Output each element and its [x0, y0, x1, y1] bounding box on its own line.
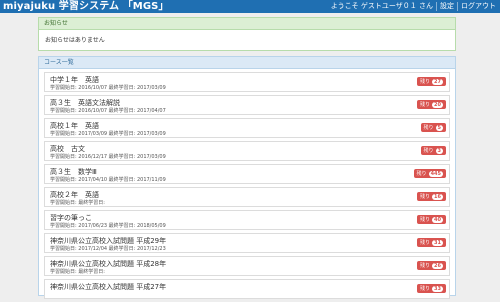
- course-item[interactable]: 高校１年 英語 学習開始日: 2017/03/09 最終学習日: 2017/03…: [44, 118, 450, 138]
- course-dates: 学習開始日: 最終学習日:: [50, 200, 105, 206]
- course-dates: 学習開始日: 2016/12/17 最終学習日: 2017/03/09: [50, 154, 166, 160]
- remaining-label: 残り: [423, 125, 434, 131]
- course-item[interactable]: 神奈川県公立高校入試問題 平成29年 学習開始日: 2017/12/04 最終学…: [44, 233, 450, 253]
- logout-link[interactable]: ログアウト: [458, 0, 499, 13]
- notice-panel: お知らせ お知らせはありません: [38, 17, 456, 51]
- remaining-count-badge: 27: [432, 78, 443, 85]
- remaining-button[interactable]: 残り 33: [417, 284, 446, 293]
- remaining-button[interactable]: 残り 20: [417, 100, 446, 109]
- remaining-count-badge: 20: [432, 101, 443, 108]
- remaining-count-badge: 33: [432, 285, 443, 292]
- course-item[interactable]: 習字の筆っこ 学習開始日: 2017/06/23 最終学習日: 2018/05/…: [44, 210, 450, 230]
- remaining-button[interactable]: 残り 16: [417, 192, 446, 201]
- course-dates: 学習開始日: 2017/12/04 最終学習日: 2017/12/23: [50, 246, 166, 252]
- notice-panel-title: お知らせ: [39, 18, 455, 30]
- remaining-button[interactable]: 残り 445: [413, 169, 446, 178]
- notice-body: お知らせはありません: [45, 37, 105, 44]
- user-menu: ようこそ ゲストユーザ０１ さん 設定 ログアウト: [328, 0, 499, 13]
- course-item[interactable]: 神奈川県公立高校入試問題 平成27年 残り 33: [44, 279, 450, 299]
- course-item[interactable]: 神奈川県公立高校入試問題 平成28年 学習開始日: 最終学習日: 残り 26: [44, 256, 450, 276]
- remaining-label: 残り: [420, 263, 431, 269]
- remaining-label: 残り: [420, 286, 431, 292]
- remaining-count-badge: 16: [432, 193, 443, 200]
- course-panel: コース一覧 中学１年 英語 学習開始日: 2016/10/07 最終学習日: 2…: [38, 56, 456, 299]
- remaining-label: 残り: [420, 79, 431, 85]
- app-title[interactable]: miyajuku 学習システム 「MGS」: [3, 0, 169, 13]
- remaining-button[interactable]: 残り 5: [420, 123, 446, 132]
- remaining-count-badge: 445: [428, 170, 443, 177]
- remaining-count-badge: 3: [435, 147, 443, 154]
- remaining-button[interactable]: 残り 26: [417, 261, 446, 270]
- course-dates: 学習開始日: 2017/06/23 最終学習日: 2018/05/09: [50, 223, 166, 229]
- remaining-count-badge: 40: [432, 216, 443, 223]
- remaining-label: 残り: [420, 217, 431, 223]
- course-title[interactable]: 神奈川県公立高校入試問題 平成27年: [50, 282, 166, 292]
- course-dates: 学習開始日: 2017/03/09 最終学習日: 2017/03/09: [50, 131, 166, 137]
- course-item[interactable]: 高校２年 英語 学習開始日: 最終学習日: 残り 16: [44, 187, 450, 207]
- remaining-button[interactable]: 残り 27: [417, 77, 446, 86]
- top-navbar: miyajuku 学習システム 「MGS」 ようこそ ゲストユーザ０１ さん 設…: [0, 0, 500, 13]
- remaining-button[interactable]: 残り 3: [420, 146, 446, 155]
- remaining-count-badge: 5: [435, 124, 443, 131]
- course-dates: 学習開始日: 2016/10/07 最終学習日: 2017/03/09: [50, 85, 166, 91]
- settings-link[interactable]: 設定: [437, 0, 457, 13]
- course-dates: 学習開始日: 最終学習日:: [50, 269, 105, 275]
- remaining-label: 残り: [416, 171, 427, 177]
- remaining-label: 残り: [423, 148, 434, 154]
- course-dates: 学習開始日: 2017/04/10 最終学習日: 2017/11/09: [50, 177, 166, 183]
- course-item[interactable]: 中学１年 英語 学習開始日: 2016/10/07 最終学習日: 2017/03…: [44, 72, 450, 92]
- course-list: 中学１年 英語 学習開始日: 2016/10/07 最終学習日: 2017/03…: [44, 72, 450, 302]
- course-dates: 学習開始日: 2016/10/07 最終学習日: 2017/04/07: [50, 108, 166, 114]
- remaining-label: 残り: [420, 194, 431, 200]
- welcome-text: ようこそ ゲストユーザ０１ さん: [330, 2, 433, 10]
- remaining-button[interactable]: 残り 31: [417, 238, 446, 247]
- remaining-button[interactable]: 残り 40: [417, 215, 446, 224]
- remaining-label: 残り: [420, 102, 431, 108]
- remaining-label: 残り: [420, 240, 431, 246]
- remaining-count-badge: 31: [432, 239, 443, 246]
- remaining-count-badge: 26: [432, 262, 443, 269]
- course-item[interactable]: 高３生 数学Ⅲ 学習開始日: 2017/04/10 最終学習日: 2017/11…: [44, 164, 450, 184]
- course-item[interactable]: 高校 古文 学習開始日: 2016/12/17 最終学習日: 2017/03/0…: [44, 141, 450, 161]
- course-item[interactable]: 高３生 英語文法解説 学習開始日: 2016/10/07 最終学習日: 2017…: [44, 95, 450, 115]
- course-panel-title: コース一覧: [39, 57, 455, 69]
